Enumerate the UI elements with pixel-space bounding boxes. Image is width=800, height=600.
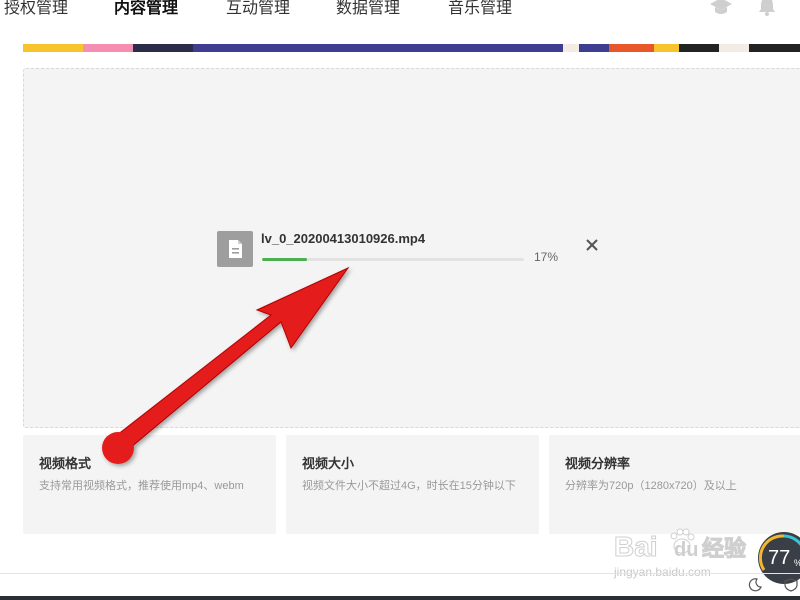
banner-strip [23,44,800,52]
info-card-resolution: 视频分辨率 分辨率为720p（1280x720）及以上 [549,435,800,534]
watermark-brand-2: du [674,539,698,561]
gauge-value: 77 [768,547,790,569]
watermark-brand: Bai [614,531,658,562]
card-title: 视频格式 [39,456,92,471]
nav-item-content[interactable]: 内容管理 [114,0,178,18]
document-icon [217,231,253,267]
file-name: lv_0_20200413010926.mp4 [261,231,426,246]
close-icon[interactable] [584,237,600,253]
nav-item-authorization[interactable]: 授权管理 [4,0,68,18]
card-desc: 视频文件大小不超过4G，时长在15分钟以下 [302,480,516,492]
gauge-unit: % [794,558,800,568]
upload-progress-fill [262,258,307,261]
bottom-bar [0,596,800,600]
moon-icon[interactable] [748,578,762,592]
card-desc: 分辨率为720p（1280x720）及以上 [565,480,737,492]
watermark-cn: 经验 [702,536,746,562]
bell-icon[interactable] [756,0,778,16]
card-desc: 支持常用视频格式，推荐使用mp4、webm [39,480,244,492]
nav-item-data[interactable]: 数据管理 [336,0,400,18]
page: 授权管理 内容管理 互动管理 数据管理 音乐管理 lv_0_2020041301… [0,0,800,600]
divider [0,573,800,574]
shield-icon[interactable] [784,578,798,592]
watermark-url: jingyan.baidu.com [613,565,711,579]
card-title: 视频分辨率 [565,456,631,471]
card-title: 视频大小 [302,456,355,471]
upload-drop-area[interactable]: lv_0_20200413010926.mp4 17% [23,68,800,428]
info-card-size: 视频大小 视频文件大小不超过4G，时长在15分钟以下 [286,435,539,534]
upload-progress-text: 17% [534,250,559,264]
upload-progress-bar [262,258,524,261]
nav-item-interaction[interactable]: 互动管理 [226,0,290,18]
info-card-format: 视频格式 支持常用视频格式，推荐使用mp4、webm [23,435,276,534]
nav-item-music[interactable]: 音乐管理 [448,0,512,18]
top-nav: 授权管理 内容管理 互动管理 数据管理 音乐管理 [0,0,800,24]
graduation-cap-icon[interactable] [710,0,732,16]
